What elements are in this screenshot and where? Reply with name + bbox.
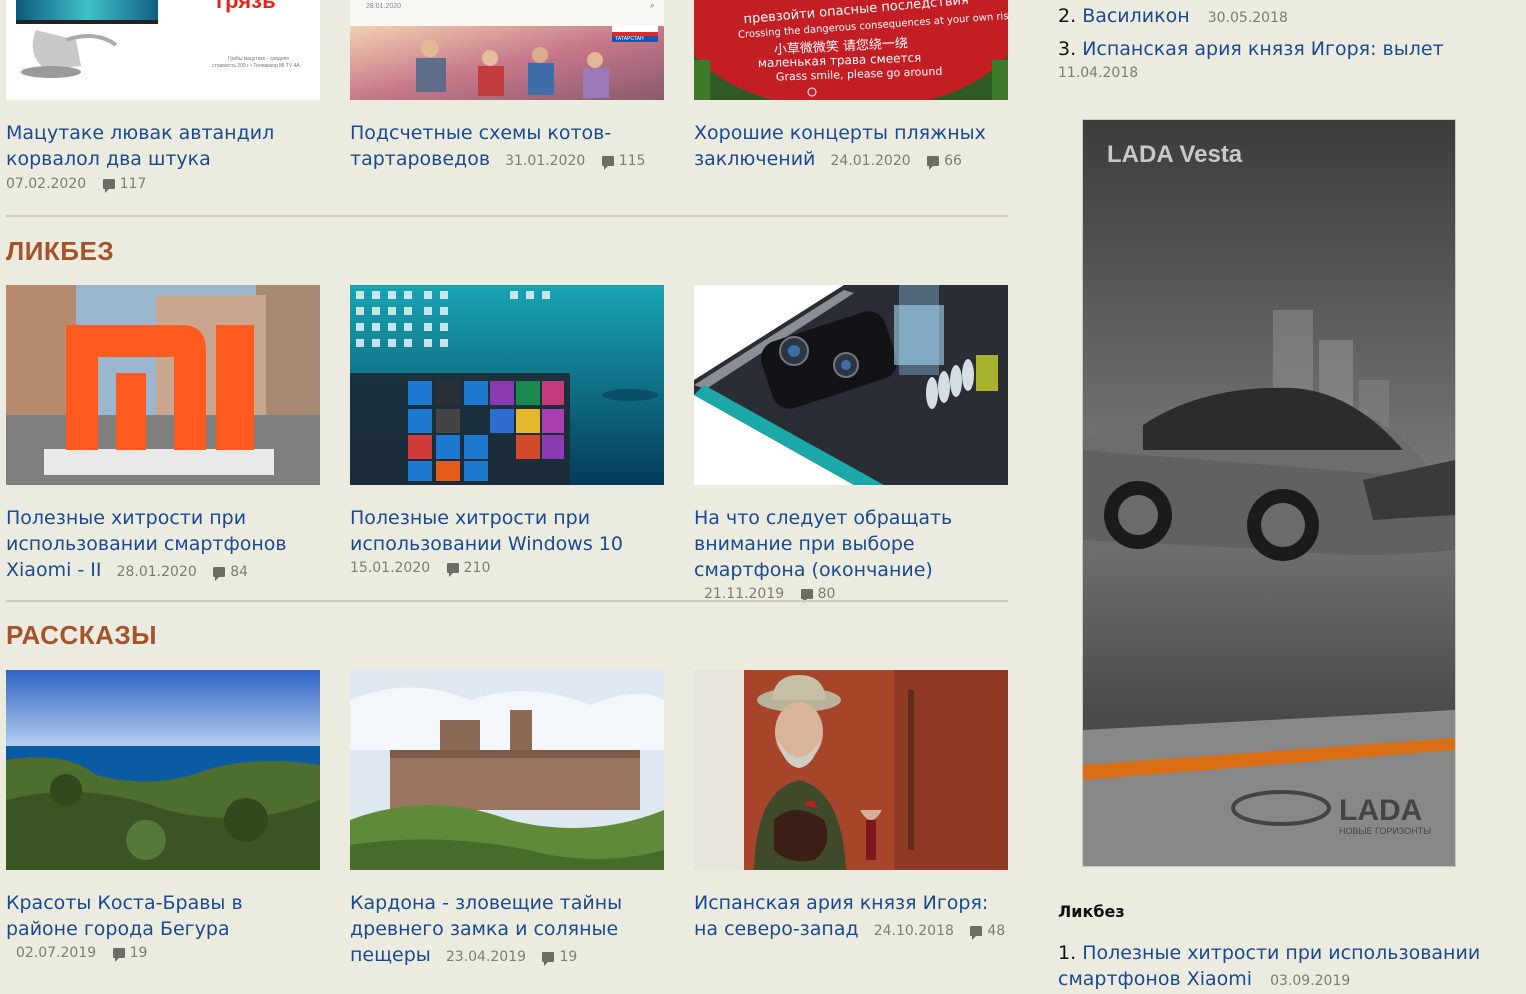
section-divider — [6, 215, 1008, 217]
article-date: 23.04.2019 — [445, 949, 527, 965]
article-thumbnail[interactable] — [6, 285, 320, 485]
article-date: 24.01.2020 — [830, 153, 911, 169]
article-thumbnail[interactable]: грязь Грибы мацутаке - средняя стоимость… — [6, 0, 320, 100]
sidebar-link[interactable]: Василикон — [1082, 5, 1190, 27]
comment-icon — [213, 567, 226, 581]
list-item: 2. Василикон 30.05.2018 — [1058, 5, 1288, 27]
cardona-castle-image — [350, 670, 664, 870]
comment-icon — [601, 156, 614, 170]
windows-desktop-image — [350, 285, 664, 485]
comment-icon — [446, 563, 459, 577]
list-item: 1. Полезные хитрости при использовании с… — [1058, 942, 1481, 990]
comment-count: 19 — [559, 949, 578, 965]
xiaomi-logo-image — [6, 285, 320, 485]
comment-count: 66 — [944, 153, 962, 169]
article-date: 07.02.2020 — [6, 176, 87, 192]
sidebar-link[interactable]: Испанская ария князя Игоря: вылет — [1082, 38, 1443, 60]
sidebar-date: 03.09.2019 — [1270, 973, 1351, 989]
article-date: 28.01.2020 — [116, 564, 197, 580]
ad-headline: LADA Vesta — [1107, 141, 1243, 168]
article-date: 24.10.2018 — [873, 923, 954, 939]
article-meta: 02.07.2019 19 — [6, 945, 148, 962]
thumb-headline: грязь — [216, 0, 276, 13]
article-card[interactable]: превзойти опасные последствия Crossing t… — [694, 0, 1008, 170]
article-title-link[interactable]: Красоты Коста-Бравы в районе города Бегу… — [6, 892, 243, 940]
article-thumbnail[interactable]: 28.01.2020 ТАТАРСТАН ⌕ — [350, 0, 664, 100]
svg-text:стоимость 200 г • Телевизор Mi: стоимость 200 г • Телевизор Mi TV 4A — [212, 63, 300, 69]
article-date: 31.01.2020 — [505, 153, 586, 169]
article-card[interactable]: На что следует обращать внимание при выб… — [694, 285, 1008, 603]
section-title-rasskazy[interactable]: РАССКАЗЫ — [6, 620, 157, 651]
article-meta: 31.01.2020 115 — [495, 153, 646, 170]
article-meta: 24.01.2020 66 — [821, 153, 962, 170]
article-card[interactable]: Полезные хитрости при использовании смар… — [6, 285, 320, 581]
section-title-likbez[interactable]: ЛИКБЕЗ — [6, 236, 114, 267]
article-date: 02.07.2019 — [16, 945, 97, 961]
svg-text:Грибы мацутаке - средняя: Грибы мацутаке - средняя — [228, 56, 289, 62]
article-card[interactable]: Красоты Коста-Бравы в районе города Бегу… — [6, 670, 320, 962]
article-title-link[interactable]: На что следует обращать внимание при выб… — [694, 507, 952, 581]
comment-count: 115 — [618, 153, 646, 169]
comment-count: 19 — [129, 945, 148, 961]
article-card[interactable]: 28.01.2020 ТАТАРСТАН ⌕ Подсчетные схемы … — [350, 0, 664, 170]
article-card[interactable]: Испанская ария князя Игоря: на северо-за… — [694, 670, 1008, 940]
costa-brava-image — [6, 670, 320, 870]
svg-text:ТАТАРСТАН: ТАТАРСТАН — [615, 36, 644, 42]
article-meta: 15.01.2020 210 — [350, 560, 664, 577]
article-date: 15.01.2020 — [350, 560, 431, 576]
man-with-rooster-image — [694, 670, 1008, 870]
ad-brand: LADA — [1339, 794, 1422, 827]
article-card[interactable]: грязь Грибы мацутаке - средняя стоимость… — [6, 0, 320, 193]
comment-count: 48 — [987, 923, 1006, 939]
article-thumbnail[interactable] — [694, 670, 1008, 870]
article-card[interactable]: Полезные хитрости при использовании Wind… — [350, 285, 664, 577]
article-meta: 23.04.2019 19 — [436, 949, 578, 966]
smartphone-camera-image — [694, 285, 1008, 485]
comment-count: 84 — [230, 564, 249, 580]
article-title-link[interactable]: Мацутаке лювак автандил корвалол два шту… — [6, 122, 274, 170]
comment-count: 117 — [119, 176, 147, 192]
comment-icon — [970, 926, 983, 940]
comment-icon — [542, 952, 555, 966]
comment-icon — [112, 948, 125, 962]
article-title-link[interactable]: Полезные хитрости при использовании Wind… — [350, 507, 623, 555]
comment-icon — [927, 156, 940, 170]
grass-sign-image: превзойти опасные последствия Crossing t… — [694, 0, 1008, 100]
lada-ad-banner[interactable]: LADA Vesta LADA НОВЫЕ ГОРИЗОНТЫ — [1082, 119, 1456, 867]
article-meta: 28.01.2020 84 — [107, 564, 249, 581]
article-thumbnail[interactable] — [350, 285, 664, 485]
sidebar-date: 11.04.2018 — [1058, 65, 1139, 81]
list-item: 3. Испанская ария князя Игоря: вылет — [1058, 38, 1444, 60]
article-meta: 24.10.2018 48 — [864, 923, 1006, 940]
ad-tagline: НОВЫЕ ГОРИЗОНТЫ — [1339, 826, 1431, 836]
article-thumbnail[interactable] — [350, 670, 664, 870]
likbez-list: 1. Полезные хитрости при использовании с… — [1058, 940, 1498, 994]
article-thumbnail[interactable] — [694, 285, 1008, 485]
comment-icon — [102, 179, 115, 193]
family-photo-image: 28.01.2020 ТАТАРСТАН ⌕ — [350, 0, 664, 100]
comment-count: 210 — [463, 560, 491, 576]
article-card[interactable]: Кардона - зловещие тайны древнего замка … — [350, 670, 664, 966]
popular-list: 2. Василикон 30.05.2018 3. Испанская ари… — [1058, 3, 1498, 81]
article-thumbnail[interactable] — [6, 670, 320, 870]
section-divider — [6, 600, 1008, 602]
svg-text:28.01.2020: 28.01.2020 — [366, 3, 401, 10]
sidebar-date: 30.05.2018 — [1207, 10, 1288, 26]
article-meta: 07.02.2020 117 — [6, 176, 320, 193]
comment-icon — [800, 589, 813, 603]
tv-ad-image: грязь Грибы мацутаке - средняя стоимость… — [6, 0, 320, 100]
sidebar-heading-likbez: Ликбез — [1058, 902, 1125, 921]
svg-text:⌕: ⌕ — [650, 1, 654, 10]
article-thumbnail[interactable]: превзойти опасные последствия Crossing t… — [694, 0, 1008, 100]
lada-car-image: LADA Vesta LADA НОВЫЕ ГОРИЗОНТЫ — [1083, 120, 1455, 866]
